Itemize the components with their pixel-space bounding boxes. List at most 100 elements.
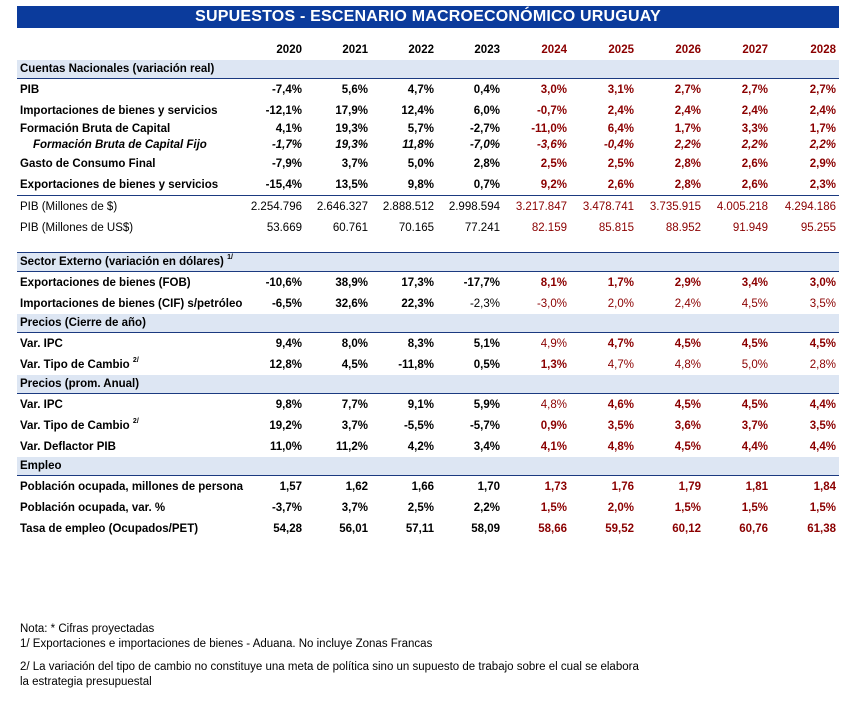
section-header: Sector Externo (variación en dólares) 1/ xyxy=(17,252,839,272)
cell-2023: -2,3% xyxy=(469,297,500,310)
cell-2023: 3,4% xyxy=(473,440,500,453)
cell-2025: 85.815 xyxy=(598,221,634,234)
cell-2028: 2,9% xyxy=(809,157,836,170)
cell-2021: 3,7% xyxy=(341,157,368,170)
cell-2022: 1,66 xyxy=(411,480,434,493)
table-row: Formación Bruta de Capital 4,1% 19,3% 5,7% -… xyxy=(17,121,839,137)
table-row: Población ocupada, var. % -3,7% 3,7% 2,5% 2,… xyxy=(17,497,839,518)
cell-2024: -3,0% xyxy=(536,297,567,310)
cell-2021: 19,3% xyxy=(335,123,368,135)
cell-2021: 19,3% xyxy=(335,139,368,151)
cell-2023: -7,0% xyxy=(469,139,500,151)
cell-2023: 2,8% xyxy=(473,157,500,170)
cell-2026: 1,79 xyxy=(678,480,701,493)
section-header: Precios (Cierre de año) xyxy=(17,314,839,333)
cell-2025: 2,5% xyxy=(607,157,634,170)
cell-2024: 58,66 xyxy=(538,522,567,535)
cell-2022: 12,4% xyxy=(401,104,434,117)
cell-2021: 38,9% xyxy=(335,276,368,289)
cell-2028: 1,7% xyxy=(809,123,836,135)
table-row: Var. IPC 9,8% 7,7% 9,1% 5,9% 4,8% 4,6% 4,5% 4,5%… xyxy=(17,394,839,416)
cell-2027: 5,0% xyxy=(741,358,768,371)
cell-2025: 3.478.741 xyxy=(570,195,637,217)
cell-2022: 17,3% xyxy=(401,276,434,289)
cell-2021: 56,01 xyxy=(339,522,368,535)
section-title: Sector Externo (variación en dólares) 1/ xyxy=(17,252,839,272)
row-label: Formación Bruta de Capital Fijo xyxy=(33,139,207,151)
table-row: Población ocupada, millones de persona 1,… xyxy=(17,476,839,498)
cell-2027: 1,81 xyxy=(745,480,768,493)
row-label: PIB (Millones de US$) xyxy=(20,221,134,234)
section-header: Cuentas Nacionales (variación real) xyxy=(17,60,839,79)
cell-2020: 9,4% xyxy=(275,337,302,350)
cell-2020: -15,4% xyxy=(265,178,302,191)
cell-2022: 9,8% xyxy=(407,178,434,191)
cell-2020: 12,8% xyxy=(269,358,302,371)
cell-2028: 61,38 xyxy=(807,522,836,535)
cell-2024: 82.159 xyxy=(531,221,567,234)
cell-2025: 2,0% xyxy=(607,501,634,514)
cell-2020: -12,1% xyxy=(265,104,302,117)
cell-2027: 3,3% xyxy=(741,123,768,135)
cell-2028: 4,5% xyxy=(809,337,836,350)
cell-2021: 2.646.327 xyxy=(305,195,371,217)
macro-table: 2020 2021 2022 2023 2024 2025 2026 2027 2028 Cuen… xyxy=(17,40,839,539)
cell-2022: 22,3% xyxy=(401,297,434,310)
cell-2020: -6,5% xyxy=(271,297,302,310)
cell-2022: 5,7% xyxy=(407,123,434,135)
year-header-2028: 2028 xyxy=(810,44,836,56)
cell-2020: -3,7% xyxy=(271,501,302,514)
row-label: Importaciones de bienes (CIF) s/petróleo xyxy=(20,297,243,310)
cell-2027: 1,5% xyxy=(741,501,768,514)
cell-2026: 2,7% xyxy=(674,83,701,96)
cell-2020: 53.669 xyxy=(266,221,302,234)
cell-2026: 2,4% xyxy=(674,297,701,310)
cell-2023: -17,7% xyxy=(463,276,500,289)
cell-2023: 0,4% xyxy=(473,83,500,96)
cell-2021: 17,9% xyxy=(335,104,368,117)
table-row: Var. Deflactor PIB 11,0% 11,2% 4,2% 3,4% 4,1%… xyxy=(17,436,839,457)
cell-2022: 5,0% xyxy=(407,157,434,170)
cell-2021: 7,7% xyxy=(341,398,368,411)
cell-2026: 3.735.915 xyxy=(637,195,704,217)
table-row: Exportaciones de bienes y servicios -15,4… xyxy=(17,174,839,196)
cell-2024: 9,2% xyxy=(540,178,567,191)
row-label: PIB (Millones de $) xyxy=(17,195,245,217)
year-header-2027: 2027 xyxy=(742,44,768,56)
footnotes: Nota: * Cifras proyectadas 1/ Exportacio… xyxy=(20,622,820,690)
page-title: SUPUESTOS - ESCENARIO MACROECONÓMICO URU… xyxy=(17,6,839,28)
cell-2021: 3,7% xyxy=(341,419,368,432)
cell-2022: 11,8% xyxy=(402,139,434,151)
cell-2025: 1,76 xyxy=(611,480,634,493)
cell-2024: -0,7% xyxy=(536,104,567,117)
note-2: 2/ La variación del tipo de cambio no co… xyxy=(20,661,639,673)
cell-2025: 4,8% xyxy=(607,440,634,453)
cell-2021: 8,0% xyxy=(341,337,368,350)
note-projected: Nota: * Cifras proyectadas xyxy=(20,623,155,635)
year-header-2020: 2020 xyxy=(276,44,302,56)
row-label: Población ocupada, var. % xyxy=(20,501,166,514)
cell-2023: 2,2% xyxy=(473,501,500,514)
table-row: Exportaciones de bienes (FOB) -10,6% 38,9%… xyxy=(17,272,839,294)
cell-2024: 4,8% xyxy=(540,398,567,411)
cell-2023: -2,7% xyxy=(469,123,500,135)
cell-2020: 11,0% xyxy=(270,440,302,453)
table-row: Var. Tipo de Cambio 2/12,8% 4,5% -11,8% 0,5… xyxy=(17,354,839,375)
table-row: Gasto de Consumo Final -7,9% 3,7% 5,0% 2,8% 2… xyxy=(17,153,839,174)
cell-2028: 2,7% xyxy=(809,83,836,96)
cell-2023: 5,1% xyxy=(473,337,500,350)
cell-2026: 4,8% xyxy=(674,358,701,371)
cell-2028: 2,2% xyxy=(809,139,836,151)
cell-2028: 95.255 xyxy=(800,221,836,234)
section-header: Empleo xyxy=(17,457,839,476)
cell-2028: 1,5% xyxy=(809,501,836,514)
cell-2022: 70.165 xyxy=(398,221,434,234)
cell-2024: -11,0% xyxy=(531,123,567,135)
cell-2026: 4,5% xyxy=(674,440,701,453)
cell-2024: 4,1% xyxy=(540,440,567,453)
cell-2027: 4,4% xyxy=(741,440,768,453)
cell-2024: -3,6% xyxy=(536,139,567,151)
cell-2023: -5,7% xyxy=(469,419,500,432)
cell-2022: 2,5% xyxy=(407,501,434,514)
cell-2025: -0,4% xyxy=(603,139,634,151)
